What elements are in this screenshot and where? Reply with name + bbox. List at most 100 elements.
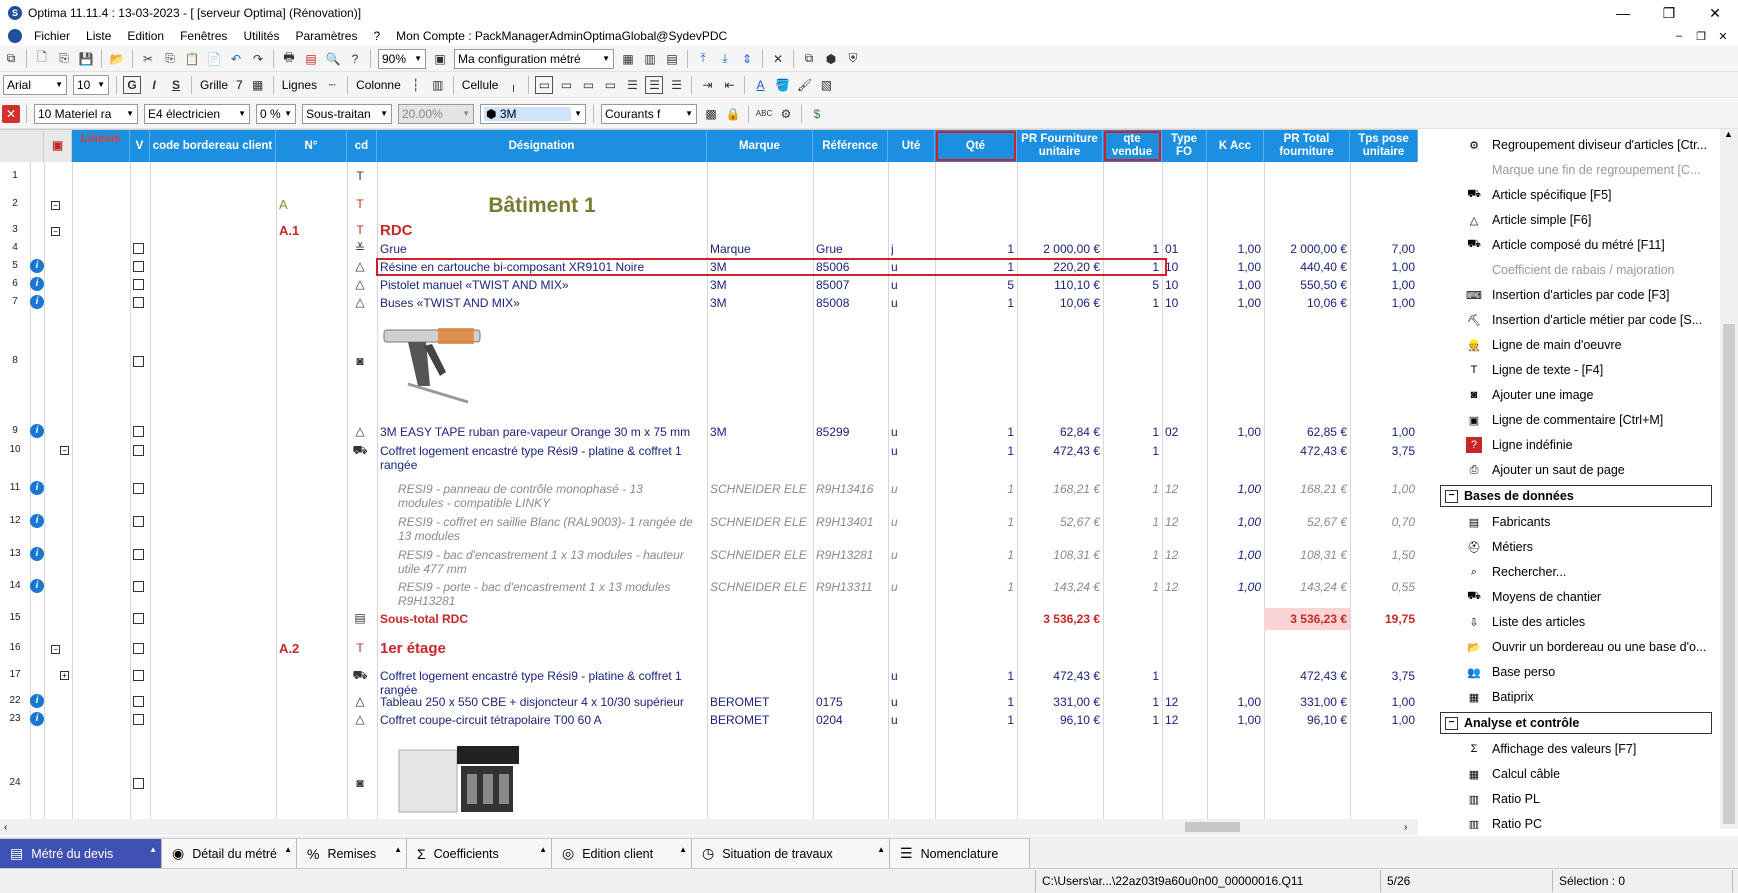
cell-pru[interactable]: 2 000,00 € <box>1020 242 1100 256</box>
color-palette-icon[interactable]: ▩ <box>702 105 720 123</box>
network-icon[interactable]: ⬢ <box>822 50 840 68</box>
font-select[interactable]: Arial ▼ <box>3 74 67 95</box>
composed-article-icon[interactable]: ⛟ <box>352 668 368 682</box>
cell-ute[interactable]: u <box>891 425 932 439</box>
text-line-icon[interactable]: T <box>352 169 368 183</box>
menu-fenetres[interactable]: Fenêtres <box>172 29 235 43</box>
cell-qv[interactable]: 1 <box>1106 482 1159 496</box>
cell-kacc[interactable]: 1,00 <box>1210 242 1261 256</box>
cell-qte[interactable]: 1 <box>938 713 1014 727</box>
cell-pru[interactable]: 62,84 € <box>1020 425 1100 439</box>
cell-prt[interactable]: 143,24 € <box>1267 580 1347 594</box>
info-icon[interactable]: i <box>30 547 44 561</box>
cell-marque[interactable]: Marque <box>710 242 810 256</box>
cell-ref[interactable]: R9H13416 <box>816 482 885 496</box>
indent-icon[interactable]: ⇥ <box>698 76 716 94</box>
row-number[interactable]: 8 <box>0 355 30 366</box>
format-painter-icon[interactable]: 🖌 <box>795 76 813 94</box>
text-line-icon[interactable]: T <box>352 223 368 237</box>
cell-des-line2[interactable]: rangée <box>380 458 704 472</box>
save-config-icon[interactable]: ▣ <box>431 50 449 68</box>
cell-tfo[interactable]: 12 <box>1165 515 1204 529</box>
validate-checkbox[interactable] <box>133 279 144 290</box>
validate-checkbox[interactable] <box>133 549 144 560</box>
menu-edition[interactable]: Edition <box>119 29 172 43</box>
currency-icon[interactable]: $ <box>808 105 826 123</box>
cell-pru[interactable]: 472,43 € <box>1020 444 1100 458</box>
cell-tps[interactable]: 3,75 <box>1353 444 1415 458</box>
cell-des-line2[interactable]: utile 477 mm <box>380 562 704 576</box>
cell-qv[interactable]: 1 <box>1106 580 1159 594</box>
cell-tfo[interactable]: 12 <box>1165 580 1204 594</box>
cell-marque[interactable]: SCHNEIDER ELE <box>710 548 810 562</box>
cell-num[interactable]: A <box>279 198 344 212</box>
cell-qte[interactable]: 1 <box>938 548 1014 562</box>
row-number[interactable]: 17 <box>0 669 30 680</box>
cell-ref[interactable]: 0204 <box>816 713 885 727</box>
row-number[interactable]: 14 <box>0 580 30 591</box>
cell-prt[interactable]: 331,00 € <box>1267 695 1347 709</box>
cell-des[interactable]: Bâtiment 1 <box>380 194 704 220</box>
cell-ref[interactable]: Grue <box>816 242 885 256</box>
cell-marque[interactable]: SCHNEIDER ELE <box>710 580 810 594</box>
column-header-tfo[interactable]: Type FO <box>1162 130 1207 162</box>
zoom-select[interactable]: 90% ▼ <box>378 48 426 69</box>
cell-ute[interactable]: j <box>891 242 932 256</box>
cell-qte[interactable]: 1 <box>938 242 1014 256</box>
cell-ute[interactable]: u <box>891 515 932 529</box>
tools-icon[interactable]: ✕ <box>769 50 787 68</box>
cell-pru[interactable]: 96,10 € <box>1020 713 1100 727</box>
paste-special-icon[interactable]: 📄 <box>205 50 223 68</box>
lot-select[interactable]: 10 Materiel ra ▼ <box>34 103 138 124</box>
validate-checkbox[interactable] <box>133 297 144 308</box>
cell-prt[interactable]: 3 536,23 € <box>1267 612 1347 626</box>
collapse-toggle[interactable]: − <box>60 446 69 455</box>
duplicate-icon[interactable]: ⧉ <box>800 50 818 68</box>
cell-des[interactable]: Coffret coupe-circuit tétrapolaire T00 6… <box>380 713 704 727</box>
cell-tps[interactable]: 1,00 <box>1353 425 1415 439</box>
cell-ref[interactable]: 85299 <box>816 425 885 439</box>
row-number[interactable]: 7 <box>0 296 30 307</box>
row-number[interactable]: 15 <box>0 612 30 623</box>
validate-checkbox[interactable] <box>133 445 144 456</box>
spellcheck-icon[interactable]: ABC <box>755 105 773 123</box>
copy-file-icon[interactable]: ⎘ <box>55 50 73 68</box>
cell-qv[interactable]: 5 <box>1106 278 1159 292</box>
cell-marque[interactable]: 3M <box>710 296 810 310</box>
cell-pru[interactable]: 3 536,23 € <box>1020 612 1100 626</box>
column-header-pru[interactable]: PR Fourniture unitaire <box>1017 130 1103 162</box>
validate-checkbox[interactable] <box>133 670 144 681</box>
pin-icon[interactable]: ▲ <box>539 845 547 854</box>
panel-item[interactable]: ⛑ Métiers <box>1434 536 1720 558</box>
info-icon[interactable]: i <box>30 295 44 309</box>
tab-3[interactable]: % Remises ▲ <box>297 838 407 868</box>
pdf-icon[interactable]: ▤ <box>302 50 320 68</box>
cell-tps[interactable]: 1,00 <box>1353 482 1415 496</box>
row-number[interactable]: 16 <box>0 642 30 653</box>
cell-kacc[interactable]: 1,00 <box>1210 482 1261 496</box>
clear-format-icon[interactable]: ▧ <box>817 76 835 94</box>
column-header-v[interactable]: V <box>130 130 150 162</box>
horizontal-scroll-thumb[interactable] <box>1185 822 1240 832</box>
panel-item[interactable]: ▤ Fabricants <box>1434 511 1720 533</box>
row-number[interactable]: 6 <box>0 278 30 289</box>
column-header-num[interactable]: N° <box>276 130 347 162</box>
cell-marque[interactable]: SCHNEIDER ELE <box>710 482 810 496</box>
cell-kacc[interactable]: 1,00 <box>1210 278 1261 292</box>
section-bases-de-donnees[interactable]: − Bases de données <box>1440 485 1712 507</box>
cell-des[interactable]: RESI9 - panneau de contrôle monophasé - … <box>380 482 704 496</box>
grid-icon[interactable]: ▦ <box>249 76 267 94</box>
info-icon[interactable]: i <box>30 481 44 495</box>
column-format-icon[interactable]: ▥ <box>429 76 447 94</box>
collapse-toggle[interactable]: − <box>51 201 60 210</box>
mdi-close-button[interactable]: ✕ <box>1712 26 1734 46</box>
italic-button[interactable]: I <box>145 76 163 94</box>
cell-des[interactable]: RESI9 - porte - bac d'encastrement 1 x 1… <box>380 580 704 594</box>
settings-icon[interactable]: ⚙ <box>777 105 795 123</box>
menu-parametres[interactable]: Paramètres <box>287 29 365 43</box>
cell-qv[interactable]: 1 <box>1106 296 1159 310</box>
minimize-button[interactable]: — <box>1600 0 1646 26</box>
print-icon[interactable]: 🖶 <box>280 50 298 68</box>
scroll-left-icon[interactable]: ‹ <box>4 822 7 833</box>
row-number[interactable]: 11 <box>0 482 30 493</box>
